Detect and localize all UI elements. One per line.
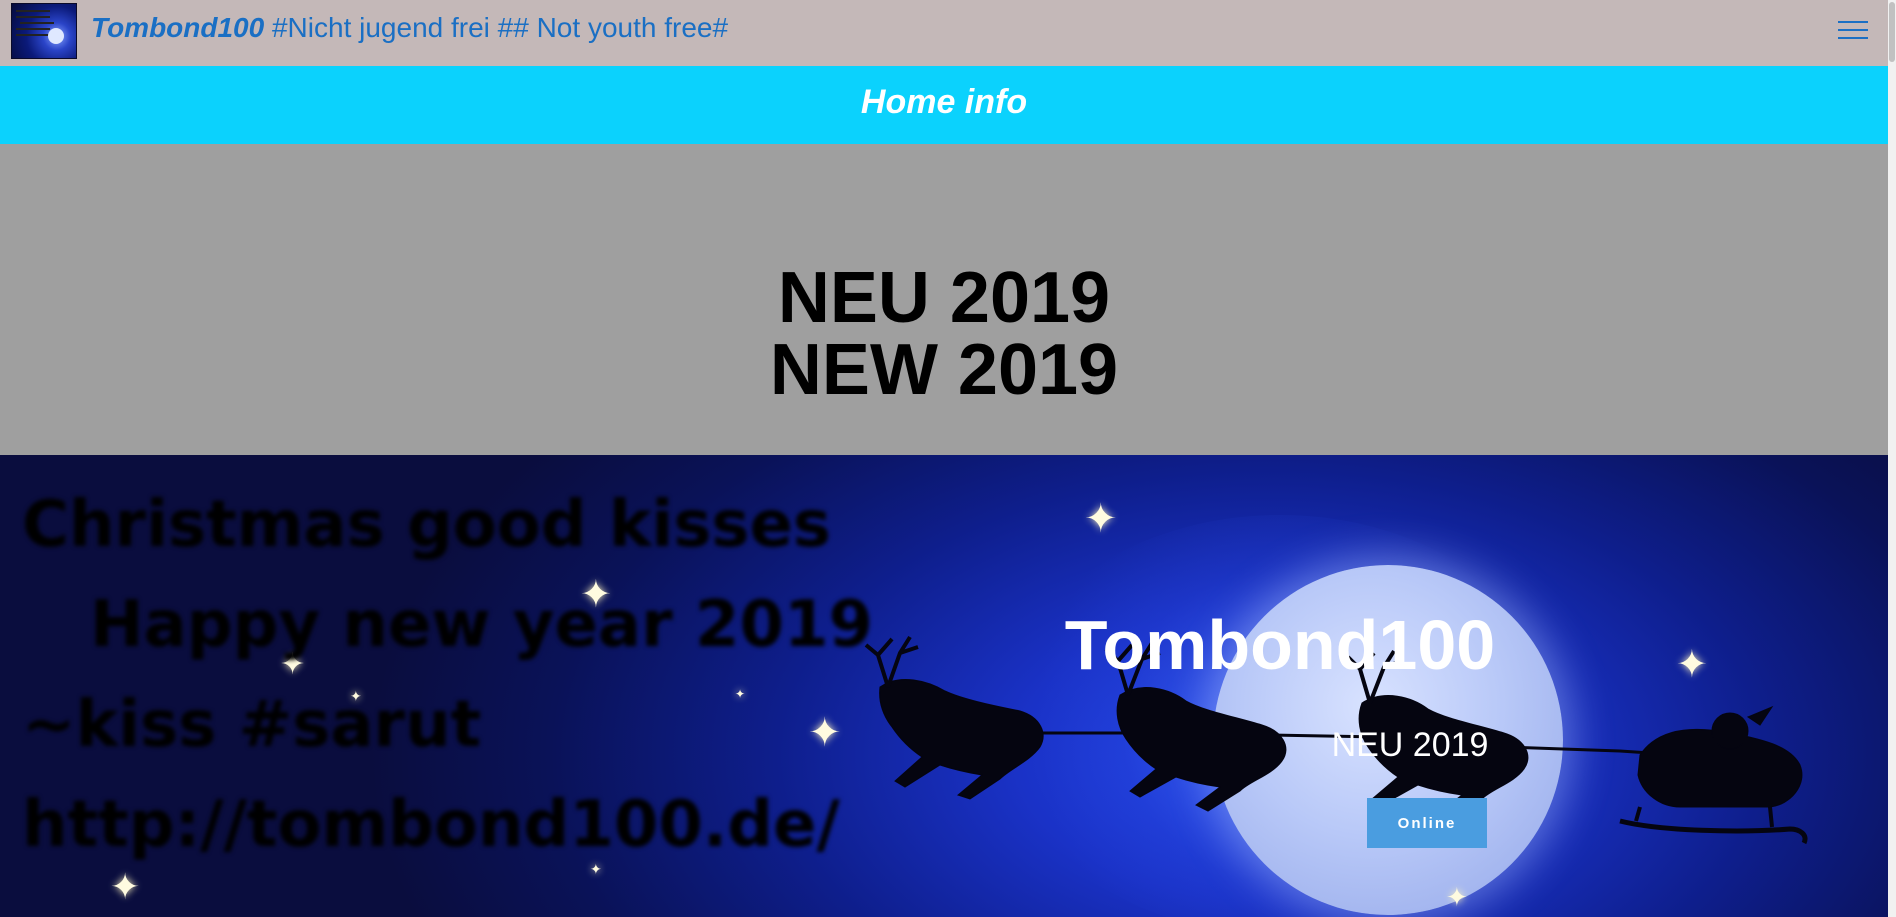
home-info-title: Home info (860, 83, 1028, 121)
online-button[interactable]: Online (1367, 798, 1487, 848)
banner-line-english: NEW 2019 (769, 330, 1119, 410)
logo-text-lines (16, 10, 50, 12)
brand-link[interactable]: Tombond100 #Nicht jugend frei ## Not you… (91, 12, 728, 44)
hero-image-text-line: Happy new year 2019 (90, 588, 874, 662)
hero-title: Tombond100 (1064, 606, 1496, 684)
brand-tagline[interactable]: #Nicht jugend frei ## Not youth free# (264, 12, 728, 43)
brand-name[interactable]: Tombond100 (91, 12, 264, 43)
top-navbar: Tombond100 #Nicht jugend frei ## Not you… (0, 0, 1888, 66)
hamburger-menu-icon[interactable] (1838, 19, 1868, 41)
scrollbar-thumb[interactable] (1889, 2, 1895, 62)
banner-line-german: NEU 2019 (777, 258, 1111, 338)
new-2019-banner: NEU 2019 NEW 2019 (0, 144, 1888, 455)
site-logo[interactable] (11, 3, 77, 59)
hero-image-text-line: ~kiss #sarut (22, 688, 482, 762)
vertical-scrollbar[interactable] (1888, 0, 1896, 917)
page: Tombond100 #Nicht jugend frei ## Not you… (0, 0, 1896, 917)
hero-image-text-line: http://tombond100.de/ (22, 788, 840, 862)
home-info-bar: Home info (0, 66, 1888, 144)
hero-subtitle: NEU 2019 (1331, 726, 1489, 764)
hero-image-text-line: Christmas good kisses (22, 488, 831, 562)
hero-section: ✦ ✦ ✦ ✦ ✦ ✦ ✦ ✦ ✦ ✦ Christmas good kisse… (0, 455, 1888, 917)
logo-moon (48, 28, 64, 44)
